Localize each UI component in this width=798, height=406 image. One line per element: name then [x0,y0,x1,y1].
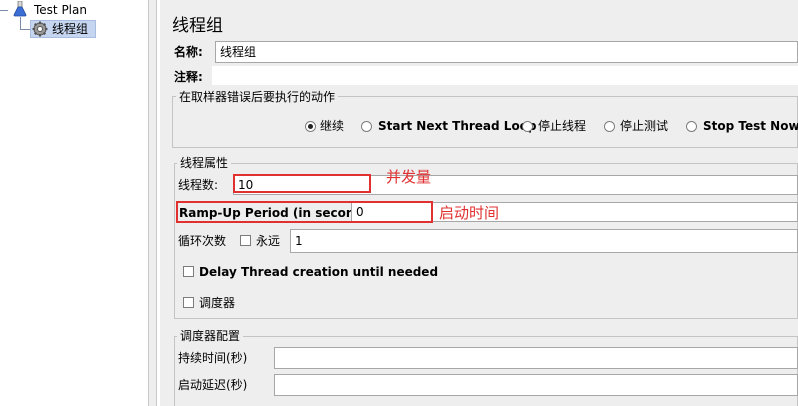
comment-field[interactable] [212,66,798,85]
tree-connector [20,29,30,30]
delay-thread-label[interactable]: Delay Thread creation until needed [199,264,438,280]
thread-group-icon-wrap [32,21,48,40]
radio-stop-test-label[interactable]: 停止测试 [620,118,668,134]
rampup-annotation: 启动时间 [439,204,500,222]
duration-label: 持续时间(秒) [178,351,248,365]
name-label: 名称: [174,45,203,59]
error-action-title: 在取样器错误后要执行的动作 [176,90,339,104]
radio-stop-thread[interactable] [522,121,533,132]
radio-continue-label[interactable]: 继续 [320,118,344,134]
forever-label[interactable]: 永远 [256,233,280,249]
scheduler-checkbox[interactable] [183,297,194,308]
flask-icon [13,0,27,17]
gear-icon [32,21,48,37]
tree-connector [0,10,8,11]
scheduler-label[interactable]: 调度器 [199,295,235,311]
startup-delay-label: 启动延迟(秒) [178,378,248,392]
duration-field[interactable] [274,347,798,369]
radio-stop-thread-label[interactable]: 停止线程 [538,118,586,134]
radio-stop-test-now-label[interactable]: Stop Test Now [703,118,798,134]
radio-stop-test-now[interactable] [686,121,697,132]
name-field[interactable]: 线程组 [215,41,798,63]
threads-highlight-box [233,174,371,193]
radio-start-next-loop[interactable] [361,121,372,132]
loop-count-field[interactable]: 1 [290,229,798,253]
radio-start-next-loop-label[interactable]: Start Next Thread Loop [378,118,537,134]
forever-checkbox[interactable] [240,235,251,246]
thread-props-title: 线程属性 [177,156,232,170]
page-title: 线程组 [172,16,223,36]
loop-label: 循环次数 [178,234,227,248]
threads-annotation: 并发量 [386,168,432,186]
comment-label: 注释: [174,70,203,84]
test-plan-tree: Test Plan 线程组 [0,0,148,406]
pane-splitter[interactable] [148,0,157,406]
thread-group-label[interactable]: 线程组 [52,21,88,37]
delay-thread-checkbox[interactable] [183,266,194,277]
test-plan-label[interactable]: Test Plan [34,2,87,18]
startup-delay-field[interactable] [274,374,798,396]
radio-continue[interactable] [305,121,316,132]
threads-label: 线程数: [178,178,219,192]
test-plan-node[interactable] [13,0,27,20]
radio-stop-test[interactable] [604,121,615,132]
rampup-highlight-box [176,201,433,223]
scheduler-config-title: 调度器配置 [177,329,244,343]
